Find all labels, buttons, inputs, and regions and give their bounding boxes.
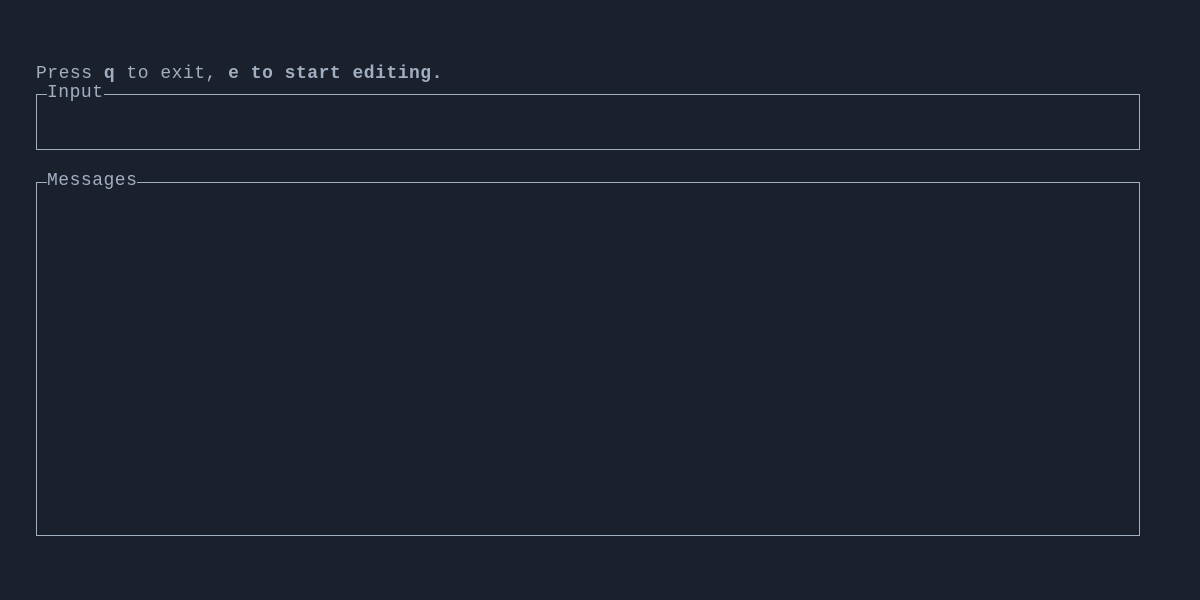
input-field[interactable] (49, 103, 1127, 141)
keybind-hint: Press q to exit, e to start editing. (36, 64, 1140, 84)
hint-key-quit: q (104, 64, 115, 84)
hint-text-prefix: Press (36, 64, 104, 84)
messages-panel-label: Messages (47, 171, 137, 191)
app-root: Press q to exit, e to start editing. Inp… (0, 0, 1200, 536)
messages-panel-body (37, 183, 1139, 535)
input-panel-body (37, 95, 1139, 149)
messages-panel: Messages (36, 182, 1140, 536)
hint-text-mid: to exit, (115, 64, 228, 84)
input-panel: Input (36, 94, 1140, 150)
input-panel-label: Input (47, 83, 104, 103)
hint-key-edit: e (228, 64, 239, 84)
hint-text-suffix: to start editing. (239, 64, 442, 84)
